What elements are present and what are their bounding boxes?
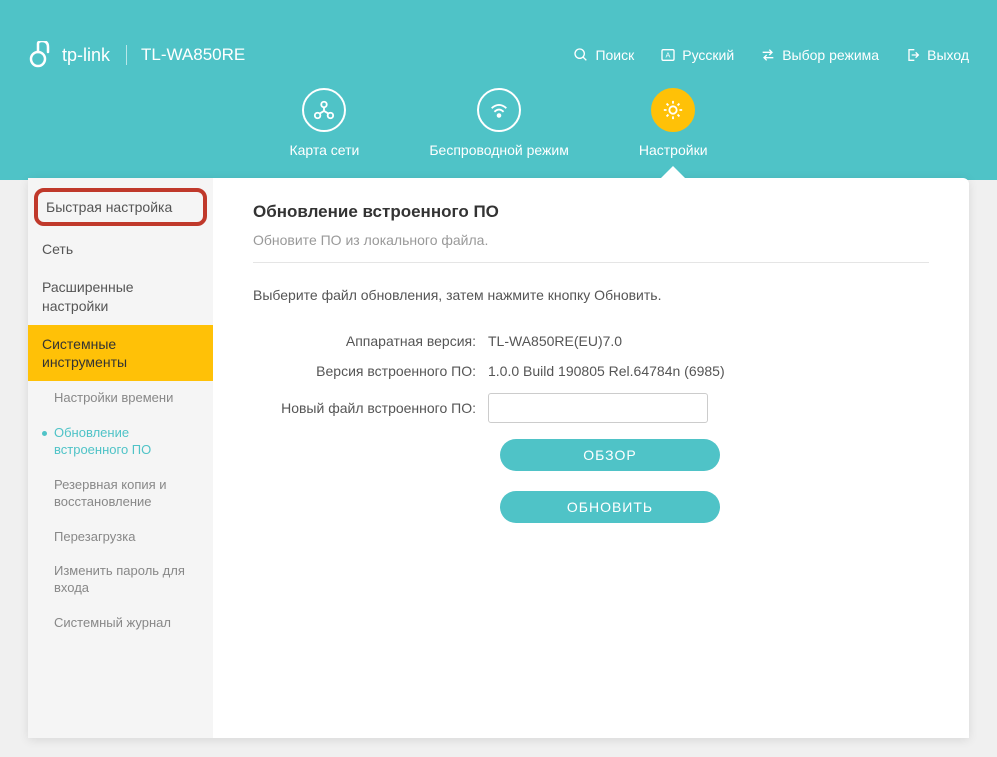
wifi-icon [477, 88, 521, 132]
mode-label: Выбор режима [782, 47, 879, 63]
logo: tp-link [28, 41, 110, 69]
sidebar-item-label: Настройки времени [54, 390, 173, 405]
sidebar-item-label: Сеть [42, 241, 73, 257]
logout-action[interactable]: Выход [905, 47, 969, 63]
sidebar-item-label: Системные инструменты [42, 336, 127, 370]
search-label: Поиск [595, 47, 634, 63]
sidebar-item-label: Системный журнал [54, 615, 171, 630]
language-label: Русский [682, 47, 734, 63]
swap-icon [760, 47, 776, 63]
search-icon [573, 47, 589, 63]
browse-button[interactable]: ОБЗОР [500, 439, 720, 471]
logout-icon [905, 47, 921, 63]
firmware-file-input[interactable] [488, 393, 708, 423]
language-icon: A [660, 47, 676, 63]
sidebar-sub-time[interactable]: Настройки времени [28, 381, 213, 416]
sidebar-item-network[interactable]: Сеть [28, 230, 213, 268]
firmware-file-label: Новый файл встроенного ПО: [253, 400, 488, 416]
hw-version-label: Аппаратная версия: [253, 333, 488, 349]
page-subtitle: Обновите ПО из локального файла. [253, 232, 929, 263]
update-button[interactable]: ОБНОВИТЬ [500, 491, 720, 523]
hw-version-value: TL-WA850RE(EU)7.0 [488, 333, 622, 349]
sidebar: Быстрая настройка Сеть Расширенные настр… [28, 178, 213, 738]
sidebar-sub-password[interactable]: Изменить пароль для входа [28, 554, 213, 606]
sidebar-sub-backup[interactable]: Резервная копия и восстановление [28, 468, 213, 520]
sidebar-item-label: Изменить пароль для входа [54, 563, 185, 595]
fw-version-label: Версия встроенного ПО: [253, 363, 488, 379]
sidebar-item-advanced[interactable]: Расширенные настройки [28, 268, 213, 324]
fw-version-value: 1.0.0 Build 190805 Rel.64784n (6985) [488, 363, 725, 379]
tab-settings[interactable]: Настройки [639, 88, 708, 158]
page-title: Обновление встроенного ПО [253, 202, 929, 222]
mode-action[interactable]: Выбор режима [760, 47, 879, 63]
network-map-icon [302, 88, 346, 132]
sidebar-item-label: Быстрая настройка [46, 199, 172, 215]
logout-label: Выход [927, 47, 969, 63]
brand-text: tp-link [62, 45, 110, 66]
sidebar-item-quick-setup[interactable]: Быстрая настройка [34, 188, 207, 226]
language-action[interactable]: A Русский [660, 47, 734, 63]
sidebar-item-label: Перезагрузка [54, 529, 135, 544]
tab-label: Беспроводной режим [429, 142, 569, 158]
sidebar-item-label: Обновление встроенного ПО [54, 425, 151, 457]
tab-wireless[interactable]: Беспроводной режим [429, 88, 569, 158]
svg-text:A: A [666, 51, 671, 60]
search-action[interactable]: Поиск [573, 47, 634, 63]
sidebar-sub-firmware[interactable]: Обновление встроенного ПО [28, 416, 213, 468]
tab-label: Настройки [639, 142, 708, 158]
sidebar-sub-syslog[interactable]: Системный журнал [28, 606, 213, 641]
model-label: TL-WA850RE [126, 45, 245, 65]
tab-label: Карта сети [289, 142, 359, 158]
logo-icon [28, 41, 56, 69]
tab-network-map[interactable]: Карта сети [289, 88, 359, 158]
content-area: Обновление встроенного ПО Обновите ПО из… [213, 178, 969, 738]
instruction-text: Выберите файл обновления, затем нажмите … [253, 287, 929, 303]
gear-icon [651, 88, 695, 132]
sidebar-sub-reboot[interactable]: Перезагрузка [28, 520, 213, 555]
sidebar-item-label: Резервная копия и восстановление [54, 477, 167, 509]
brand: tp-link TL-WA850RE [28, 41, 245, 69]
sidebar-item-system-tools[interactable]: Системные инструменты [28, 325, 213, 381]
sidebar-item-label: Расширенные настройки [42, 279, 134, 313]
